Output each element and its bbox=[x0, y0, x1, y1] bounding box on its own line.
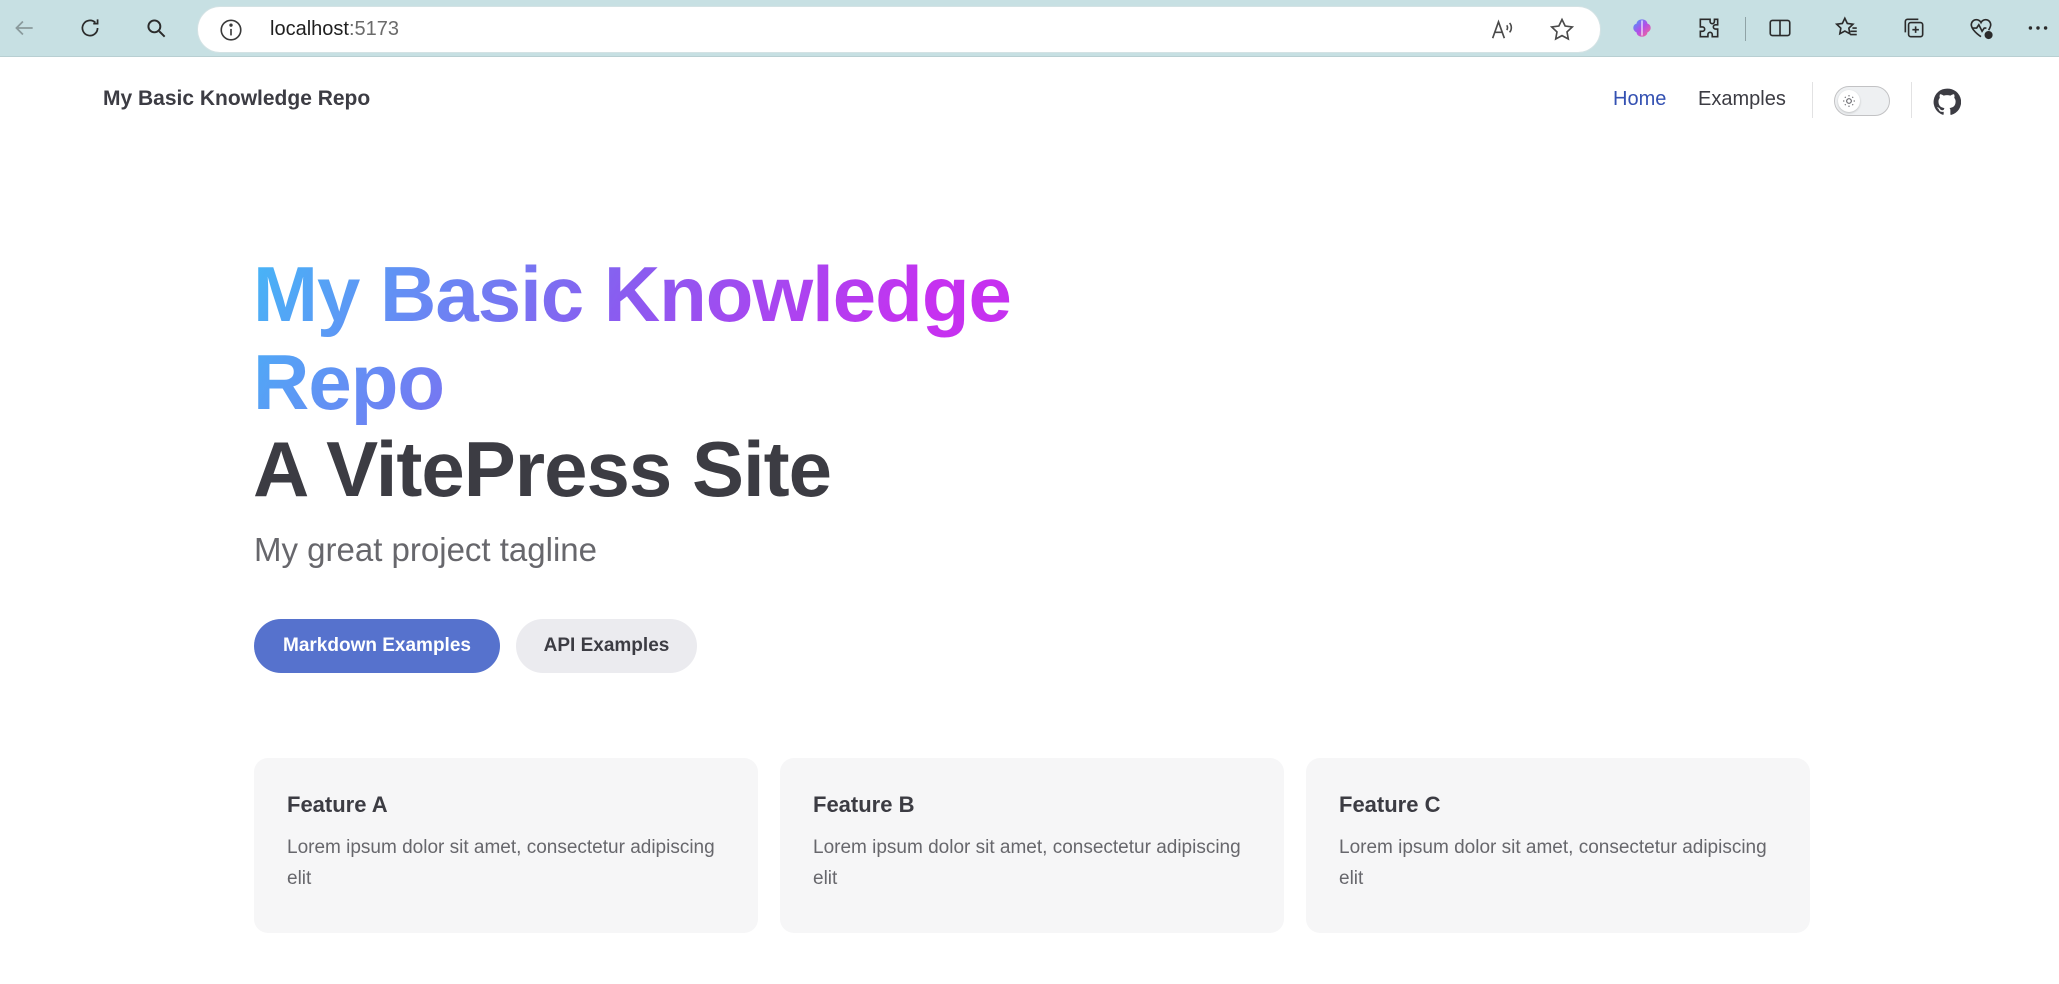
nav-divider bbox=[1812, 82, 1813, 118]
sun-icon bbox=[1838, 90, 1860, 112]
url-text[interactable]: localhost:5173 bbox=[270, 18, 399, 41]
feature-title: Feature B bbox=[813, 792, 915, 817]
favorite-star-icon[interactable] bbox=[1548, 16, 1576, 44]
feature-card: Feature C Lorem ipsum dolor sit amet, co… bbox=[1306, 758, 1810, 933]
feature-title: Feature A bbox=[287, 792, 388, 817]
more-icon[interactable] bbox=[2020, 10, 2056, 46]
browser-essentials-icon[interactable] bbox=[1963, 10, 1999, 46]
feature-details: Lorem ipsum dolor sit amet, consectetur … bbox=[287, 837, 715, 889]
info-icon[interactable] bbox=[218, 17, 244, 43]
nav-link-examples[interactable]: Examples bbox=[1698, 88, 1786, 111]
github-icon[interactable] bbox=[1933, 88, 1962, 116]
back-icon[interactable] bbox=[6, 10, 42, 46]
hero-text: A VitePress Site bbox=[253, 425, 832, 513]
read-aloud-icon[interactable] bbox=[1488, 16, 1516, 44]
collections-icon[interactable] bbox=[1896, 10, 1932, 46]
hero-tagline: My great project tagline bbox=[254, 531, 598, 568]
feature-details: Lorem ipsum dolor sit amet, consectetur … bbox=[1339, 837, 1767, 889]
feature-details: Lorem ipsum dolor sit amet, consectetur … bbox=[813, 837, 1241, 889]
feature-title: Feature C bbox=[1339, 792, 1441, 817]
hero-name: My Basic Knowledge Repo bbox=[253, 250, 1033, 426]
url-host: localhost bbox=[270, 18, 349, 40]
url-port: :5173 bbox=[348, 18, 399, 40]
nav-link-home[interactable]: Home bbox=[1613, 88, 1666, 111]
search-icon[interactable] bbox=[138, 10, 174, 46]
refresh-icon[interactable] bbox=[72, 10, 108, 46]
nav-divider bbox=[1911, 82, 1912, 118]
feature-card: Feature B Lorem ipsum dolor sit amet, co… bbox=[780, 758, 1284, 933]
theme-toggle[interactable] bbox=[1834, 86, 1890, 116]
browser-toolbar: localhost:5173 bbox=[0, 0, 2059, 57]
site-title-link[interactable]: My Basic Knowledge Repo bbox=[103, 87, 370, 111]
address-bar[interactable]: localhost:5173 bbox=[198, 7, 1600, 52]
feature-card: Feature A Lorem ipsum dolor sit amet, co… bbox=[254, 758, 758, 933]
site-navbar: My Basic Knowledge Repo Home Examples bbox=[0, 58, 2059, 143]
api-examples-button[interactable]: API Examples bbox=[516, 619, 697, 673]
copilot-icon[interactable] bbox=[1624, 10, 1660, 46]
favorites-icon[interactable] bbox=[1829, 10, 1865, 46]
split-screen-icon[interactable] bbox=[1762, 10, 1798, 46]
toolbar-separator bbox=[1745, 17, 1746, 41]
markdown-examples-button[interactable]: Markdown Examples bbox=[254, 619, 500, 673]
extensions-icon[interactable] bbox=[1691, 10, 1727, 46]
